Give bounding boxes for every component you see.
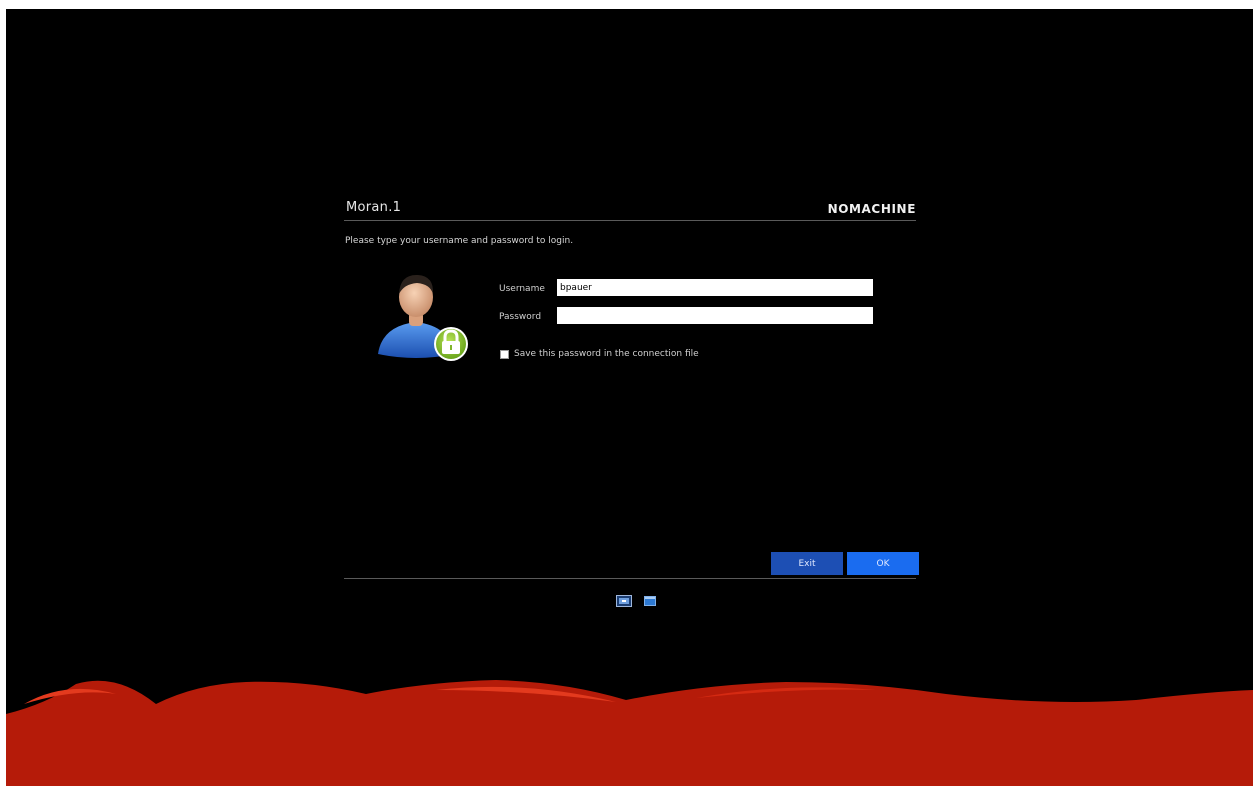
- login-panel: Moran.1 NOMACHINE Please type your usern…: [344, 194, 919, 614]
- password-input[interactable]: [557, 307, 873, 324]
- username-label: Username: [499, 284, 545, 294]
- user-lock-icon: [378, 274, 468, 361]
- connection-title: Moran.1: [346, 200, 402, 215]
- brand-logo: NOMACHINE: [827, 202, 916, 216]
- save-password-label[interactable]: Save this password in the connection fil…: [514, 349, 699, 359]
- red-wave-decoration: [6, 680, 1253, 786]
- login-prompt: Please type your username and password t…: [345, 236, 574, 246]
- password-label: Password: [499, 312, 542, 322]
- screen-mode-icon[interactable]: [616, 595, 632, 607]
- window-mode-icon[interactable]: [644, 596, 656, 606]
- login-screen: Moran.1 NOMACHINE Please type your usern…: [6, 9, 1253, 786]
- exit-button[interactable]: Exit: [771, 552, 843, 575]
- header-divider: [344, 220, 916, 221]
- ok-button[interactable]: OK: [847, 552, 919, 575]
- save-password-checkbox[interactable]: [500, 350, 509, 359]
- footer-divider: [344, 578, 916, 579]
- username-input[interactable]: [557, 279, 873, 296]
